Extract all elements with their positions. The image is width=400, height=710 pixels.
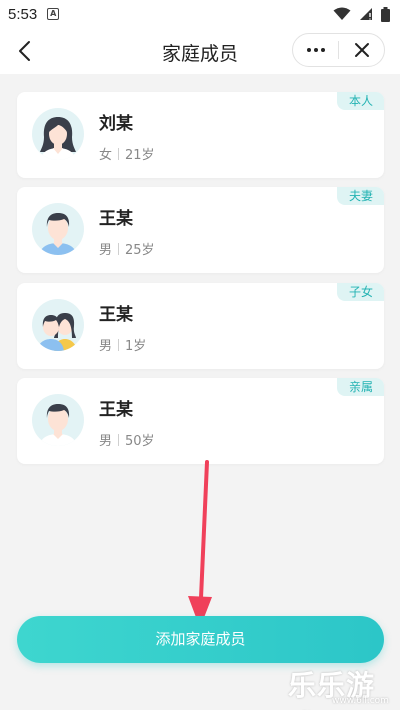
annotation-arrow-icon [188, 460, 212, 628]
battery-icon [381, 6, 390, 22]
member-name: 王某 [99, 305, 133, 325]
status-bar: 5:53 A [0, 0, 400, 28]
member-gender: 男 [99, 339, 113, 354]
member-age: 25岁 [125, 243, 155, 258]
info-divider [118, 433, 120, 446]
female-avatar-icon [32, 108, 84, 160]
signal-icon [360, 8, 372, 20]
info-divider [118, 338, 120, 351]
relation-tag: 子女 [336, 283, 384, 301]
member-info: 女 21岁 [99, 144, 155, 163]
more-button[interactable] [293, 34, 338, 66]
member-name: 王某 [99, 400, 133, 420]
member-age: 21岁 [125, 148, 155, 163]
member-gender: 男 [99, 243, 113, 258]
watermark-url: www.6ll.com [332, 696, 389, 706]
more-icon-dot [320, 48, 325, 52]
nav-bar: 家庭成员 [0, 28, 400, 74]
member-card[interactable]: 王某 男 25岁 夫妻 [17, 187, 384, 273]
info-divider [118, 147, 120, 160]
member-info: 男 1岁 [99, 335, 146, 354]
status-time: 5:53 [8, 5, 38, 23]
male-avatar-icon [32, 394, 84, 446]
member-gender: 男 [99, 434, 113, 449]
member-card[interactable]: 刘某 女 21岁 本人 [17, 92, 384, 178]
member-name: 刘某 [99, 114, 133, 134]
member-age: 50岁 [125, 434, 155, 449]
relation-tag: 夫妻 [336, 187, 384, 205]
member-info: 男 50岁 [99, 430, 155, 449]
member-card[interactable]: 王某 男 50岁 亲属 [17, 378, 384, 464]
more-icon-dot [313, 48, 318, 52]
notification-icon: A [47, 8, 60, 20]
more-icon [306, 48, 311, 52]
relation-tag: 本人 [336, 92, 384, 110]
close-icon [354, 43, 369, 57]
status-icons [333, 6, 390, 22]
close-button[interactable] [339, 34, 384, 66]
watermark-logo: 乐乐游戏 www.6ll.com [284, 662, 400, 710]
add-member-button[interactable]: 添加家庭成员 [17, 616, 384, 663]
male-avatar-icon [32, 203, 84, 255]
children-avatar-icon [32, 299, 84, 351]
member-gender: 女 [99, 148, 113, 163]
info-divider [118, 242, 120, 255]
member-info: 男 25岁 [99, 239, 155, 258]
member-name: 王某 [99, 209, 133, 229]
member-age: 1岁 [125, 339, 147, 354]
mini-program-capsule [292, 33, 385, 67]
relation-tag: 亲属 [336, 378, 384, 396]
member-card[interactable]: 王某 男 1岁 子女 [17, 283, 384, 369]
wifi-icon [333, 7, 351, 20]
